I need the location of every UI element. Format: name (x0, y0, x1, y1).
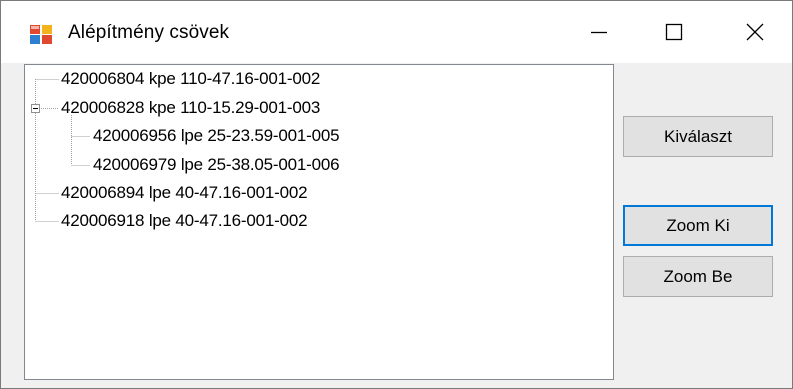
pipe-tree-view[interactable]: 420006804 kpe 110-47.16-001-002 42000682… (24, 64, 614, 380)
zoom-out-button[interactable]: Zoom Ki (623, 205, 773, 246)
maximize-button[interactable] (628, 1, 720, 63)
app-form-icon (30, 25, 52, 44)
tree-node[interactable]: 420006894 lpe 40-47.16-001-002 (61, 183, 308, 203)
close-icon (746, 23, 764, 41)
title-bar[interactable]: Alépítmény csövek (1, 1, 792, 63)
tree-child-node[interactable]: 420006979 lpe 25-38.05-001-006 (93, 155, 340, 175)
tree-node[interactable]: 420006804 kpe 110-47.16-001-002 (61, 69, 320, 89)
window-title: Alépítmény csövek (68, 22, 230, 43)
minimize-icon (591, 31, 607, 34)
collapse-toggle-icon[interactable] (31, 104, 40, 113)
tree-node[interactable]: 420006918 lpe 40-47.16-001-002 (61, 211, 308, 231)
maximize-icon (665, 23, 683, 41)
tree-child-node[interactable]: 420006956 lpe 25-23.59-001-005 (93, 126, 340, 146)
select-button[interactable]: Kiválaszt (623, 116, 773, 157)
tree-node-expanded[interactable]: 420006828 kpe 110-15.29-001-003 (61, 98, 320, 118)
zoom-in-button[interactable]: Zoom Be (623, 256, 773, 297)
dialog-window: Alépítmény csövek 420006804 kpe 110-47.1… (0, 0, 793, 389)
close-button[interactable] (709, 1, 793, 63)
